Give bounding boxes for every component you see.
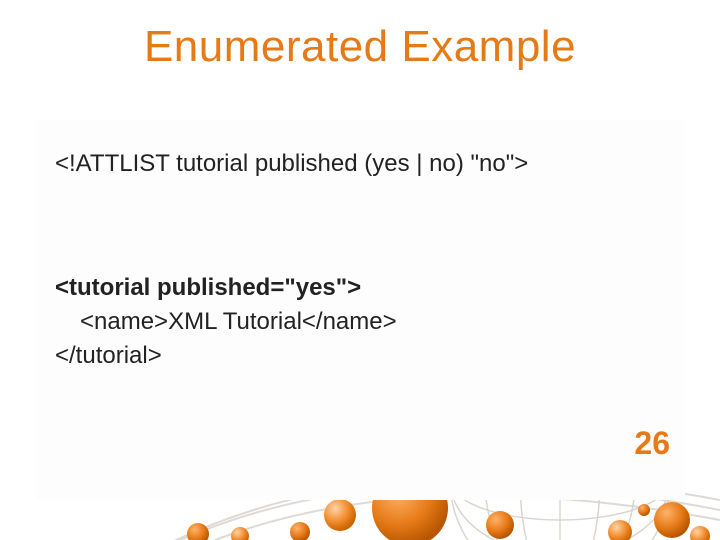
page-number: 26 xyxy=(634,425,670,462)
slide-title: Enumerated Example xyxy=(0,22,720,72)
code-open-tag: <tutorial published="yes"> xyxy=(55,274,361,302)
code-close-tag: </tutorial> xyxy=(55,342,162,370)
code-attlist-line: <!ATTLIST tutorial published (yes | no) … xyxy=(55,150,528,178)
code-child-tag: <name>XML Tutorial</name> xyxy=(80,308,397,336)
slide: Enumerated Example <!ATTLIST tutorial pu… xyxy=(0,0,720,540)
